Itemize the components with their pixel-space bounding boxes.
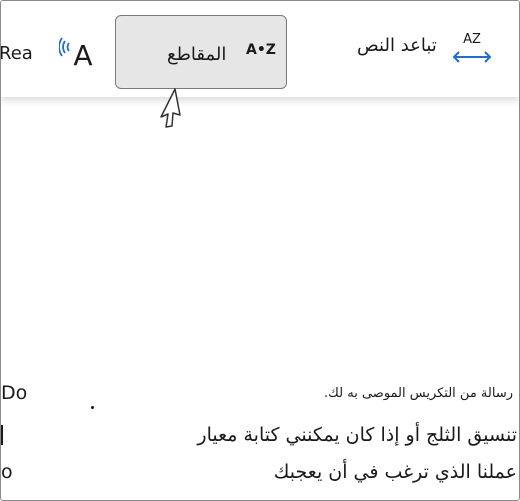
cut-off-text-fragment: Do [1,382,28,404]
mouse-pointer-icon [160,88,181,128]
text-spacing-button[interactable]: تباعد النص AZ [357,32,492,63]
syllables-label: المقاطع [167,44,227,65]
text-caret [1,425,3,445]
document-line: عملنا الذي ترغب في أن يعجبك [273,461,517,483]
read-aloud-icon: A [59,37,93,71]
read-aloud-button[interactable]: Rea A [0,31,103,75]
read-aloud-label: Rea [0,43,33,64]
text-spacing-label: تباعد النص [357,35,437,56]
text-spacing-icon: AZ [452,32,492,63]
reader-toolbar: تباعد النص AZ المقاطع A•Z Rea A [1,1,519,97]
stray-dot [91,406,94,409]
document-line: تنسيق الثلج أو إذا كان يمكنني كتابة معيا… [197,424,517,446]
cut-off-text-fragment: o [1,461,13,483]
svg-text:AZ: AZ [463,32,481,47]
document-line: رسالة من التكريس الموصى به لك. [324,386,513,401]
svg-text:A: A [73,39,92,71]
syllables-icon: A•Z [246,42,276,58]
syllables-button[interactable]: المقاطع A•Z [115,15,287,89]
immersive-reader-window: تباعد النص AZ المقاطع A•Z Rea A رسالة من… [0,0,520,501]
